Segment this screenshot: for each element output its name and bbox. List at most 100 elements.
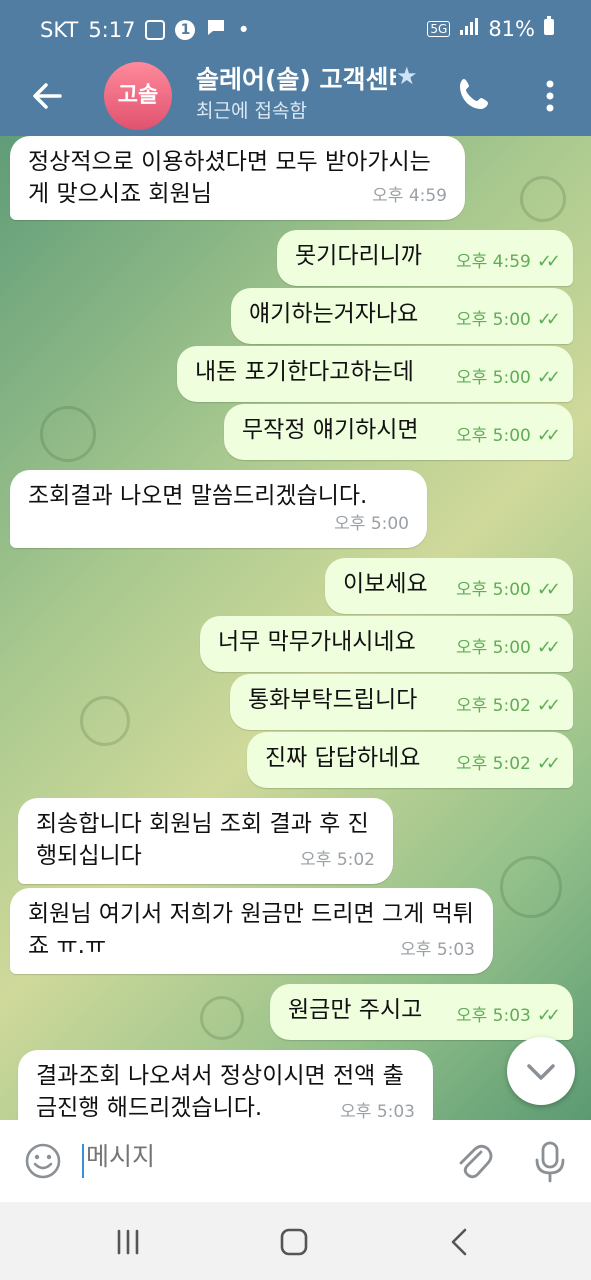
message-text: 통화부탁드립니다 [248, 687, 418, 713]
message-meta: 오후 5:00 ✓✓ [455, 420, 561, 452]
status-left: SKT 5:17 1 • [40, 16, 250, 43]
more-vert-icon[interactable] [535, 74, 565, 118]
message-bubble-outgoing[interactable]: 통화부탁드립니다 오후 5:02 ✓✓ [230, 674, 573, 730]
message-bubble-outgoing[interactable]: 내돈 포기한다고하는데 오후 5:00 ✓✓ [177, 346, 573, 402]
notification-count-badge: 1 [175, 19, 196, 40]
message-meta: 오후 5:00 ✓✓ [455, 574, 561, 606]
message-input[interactable] [86, 1142, 406, 1171]
clock-label: 5:17 [88, 17, 136, 42]
double-check-icon: ✓✓ [536, 753, 561, 774]
back-nav-icon[interactable] [442, 1224, 478, 1260]
message-meta: 오후 5:02 ✓✓ [455, 748, 561, 780]
message-bubble-incoming[interactable]: 결과조회 나오셔서 정상이시면 전액 출금진행 해드리겠습니다. 오후 5:03 [18, 1050, 433, 1120]
message-text: 무작정 얘기하시면 [242, 417, 419, 443]
gallery-notification-icon [145, 19, 166, 40]
message-bubble-outgoing[interactable]: 이보세요 오후 5:00 ✓✓ [325, 558, 573, 614]
scroll-to-bottom-button[interactable] [507, 1037, 575, 1105]
carrier-label: SKT [40, 17, 79, 42]
message-time: 오후 5:02 [455, 696, 531, 716]
double-check-icon: ✓✓ [536, 695, 561, 716]
message-text: 이보세요 [343, 571, 428, 597]
message-text: 조회결과 나오면 말씀드리겠습니다. [28, 483, 368, 509]
chat-notification-icon [205, 16, 227, 43]
battery-icon [543, 16, 555, 41]
message-meta: 오후 5:00 ✓✓ [455, 304, 561, 336]
message-text: 너무 막무가내시네요 [218, 629, 416, 655]
double-check-icon: ✓✓ [536, 579, 561, 600]
network-label: 5G [427, 20, 451, 37]
recents-nav-icon[interactable] [110, 1224, 146, 1260]
avatar[interactable]: 고솔 [104, 62, 172, 130]
dot-notification-icon: • [237, 17, 250, 42]
phone-icon[interactable] [455, 74, 495, 114]
message-time: 오후 5:03 [455, 1006, 531, 1026]
message-time: 오후 5:03 [340, 1102, 415, 1120]
chevron-down-icon [527, 1064, 555, 1080]
double-check-icon: ✓✓ [536, 1005, 561, 1026]
star-icon: ★ [396, 62, 418, 90]
message-bubble-outgoing[interactable]: 진짜 답답하네요 오후 5:02 ✓✓ [247, 732, 573, 788]
message-time: 오후 5:02 [455, 754, 531, 774]
message-meta: 오후 5:00 ✓✓ [455, 362, 561, 394]
background-doodle [500, 856, 562, 918]
message-bubble-outgoing[interactable]: 얘기하는거자나요 오후 5:00 ✓✓ [231, 288, 573, 344]
battery-label: 81% [488, 16, 535, 41]
message-meta: 오후 5:02 ✓✓ [455, 690, 561, 722]
background-doodle [80, 696, 130, 746]
background-doodle [520, 176, 566, 222]
message-composer [0, 1120, 591, 1202]
message-meta: 오후 5:03 [400, 934, 475, 966]
message-time: 오후 5:00 [455, 368, 531, 388]
message-text: 못기다리니까 [295, 243, 422, 269]
paperclip-icon[interactable] [453, 1140, 493, 1182]
message-bubble-incoming[interactable]: 조회결과 나오면 말씀드리겠습니다. 오후 5:00 [10, 470, 427, 548]
message-bubble-incoming[interactable]: 죄송합니다 회원님 조회 결과 후 진행되십니다 오후 5:02 [18, 798, 393, 884]
message-meta: 오후 4:59 ✓✓ [455, 246, 561, 278]
message-time: 오후 4:59 [455, 252, 531, 272]
double-check-icon: ✓✓ [536, 425, 561, 446]
message-text: 내돈 포기한다고하는데 [195, 359, 414, 385]
background-doodle [200, 996, 244, 1040]
message-time: 오후 5:00 [334, 514, 409, 534]
double-check-icon: ✓✓ [536, 251, 561, 272]
message-bubble-outgoing[interactable]: 너무 막무가내시네요 오후 5:00 ✓✓ [200, 616, 573, 672]
chat-title[interactable]: 솔레어(솔) 고객센터 [196, 60, 396, 96]
chat-subtitle: 최근에 접속함 [196, 100, 307, 122]
message-time: 오후 5:00 [455, 310, 531, 330]
emoji-icon[interactable] [24, 1142, 62, 1180]
message-time: 오후 5:00 [455, 580, 531, 600]
message-list[interactable]: 정상적으로 이용하셨다면 모두 받아가시는게 맞으시죠 회원님 오후 4:59 … [0, 136, 591, 1120]
message-text: 정상적으로 이용하셨다면 모두 받아가시는게 맞으시죠 회원님 [28, 149, 431, 207]
message-bubble-incoming[interactable]: 정상적으로 이용하셨다면 모두 받아가시는게 맞으시죠 회원님 오후 4:59 [10, 136, 465, 220]
message-text: 진짜 답답하네요 [265, 745, 421, 771]
message-bubble-outgoing[interactable]: 무작정 얘기하시면 오후 5:00 ✓✓ [224, 404, 573, 460]
message-time: 오후 5:02 [300, 850, 375, 870]
message-meta: 오후 5:02 [300, 844, 375, 876]
background-doodle [40, 406, 96, 462]
message-meta: 오후 5:03 [340, 1096, 415, 1120]
message-bubble-outgoing[interactable]: 못기다리니까 오후 4:59 ✓✓ [277, 230, 573, 286]
message-time: 오후 5:03 [400, 940, 475, 960]
double-check-icon: ✓✓ [536, 367, 561, 388]
text-caret [82, 1144, 84, 1178]
message-text: 원금만 주시고 [288, 997, 423, 1023]
mic-icon[interactable] [532, 1140, 568, 1184]
status-bar: SKT 5:17 1 • 5G 81% [0, 0, 591, 56]
chat-header: 고솔 솔레어(솔) 고객센터 ★ 최근에 접속함 [0, 56, 591, 136]
message-meta: 오후 5:00 ✓✓ [455, 632, 561, 664]
signal-icon [458, 16, 480, 41]
double-check-icon: ✓✓ [536, 309, 561, 330]
message-meta: 오후 5:03 ✓✓ [455, 1000, 561, 1032]
home-nav-icon[interactable] [276, 1224, 312, 1260]
message-bubble-outgoing[interactable]: 원금만 주시고 오후 5:03 ✓✓ [270, 984, 573, 1040]
back-arrow-icon[interactable] [28, 76, 68, 116]
system-navigation-bar [0, 1202, 591, 1280]
status-right: 5G 81% [427, 16, 555, 41]
message-time: 오후 4:59 [372, 186, 447, 206]
message-meta: 오후 5:00 [334, 508, 409, 540]
message-meta: 오후 4:59 [372, 180, 447, 212]
double-check-icon: ✓✓ [536, 637, 561, 658]
message-time: 오후 5:00 [455, 638, 531, 658]
message-bubble-incoming[interactable]: 회원님 여기서 저희가 원금만 드리면 그게 먹튀죠 ㅠ.ㅠ 오후 5:03 [10, 888, 493, 974]
message-time: 오후 5:00 [455, 426, 531, 446]
